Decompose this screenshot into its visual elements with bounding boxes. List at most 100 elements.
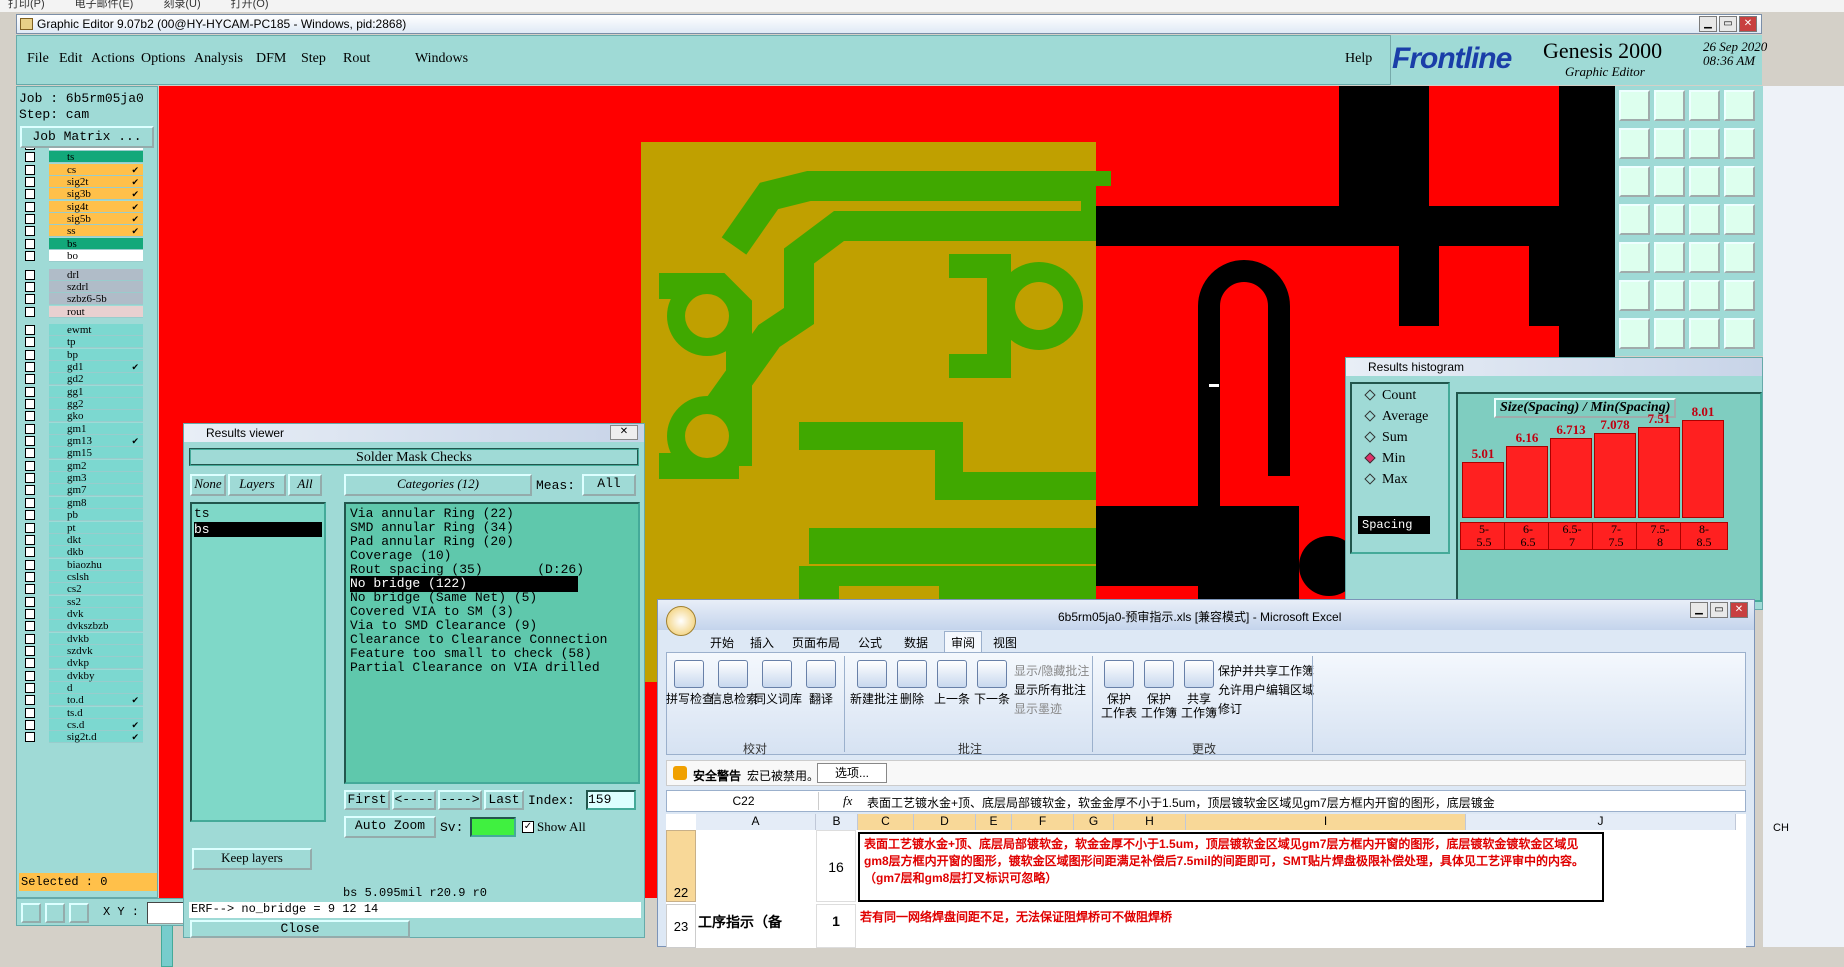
layer-checkbox[interactable] xyxy=(25,485,35,496)
protect-btn-1[interactable]: 保护 工作簿 xyxy=(1138,660,1180,720)
rv-layer-bs[interactable]: bs xyxy=(194,522,322,537)
layer-row-ss[interactable]: ss ✔ xyxy=(25,225,143,238)
rv-close-button[interactable]: Close xyxy=(190,920,410,938)
layer-checkbox[interactable] xyxy=(25,633,35,644)
cell-b22[interactable]: 16 xyxy=(816,830,856,902)
tool-icon[interactable] xyxy=(1654,280,1685,311)
formula-input[interactable]: 表面工艺镀水金+顶、底层局部镀软金，软金金厚不小于1.5um，顶层镀软金区域见g… xyxy=(867,794,1737,811)
excel-maximize[interactable]: ▭ xyxy=(1710,602,1728,618)
measure-icon[interactable] xyxy=(45,903,65,923)
last-button[interactable]: Last xyxy=(484,790,524,810)
index-input[interactable]: 159 xyxy=(586,790,636,810)
layer-row-szbz6-5b[interactable]: szbz6-5b xyxy=(25,293,143,306)
layer-checkbox[interactable] xyxy=(25,732,35,743)
layer-checkbox[interactable] xyxy=(25,423,35,434)
desktop-menu-item[interactable]: 电子邮件(E) xyxy=(75,0,134,12)
histogram-option-max[interactable]: Max xyxy=(1364,472,1408,488)
tool-icon[interactable] xyxy=(1724,280,1755,311)
tool-icon[interactable] xyxy=(1654,128,1685,159)
fx-icon[interactable]: fx xyxy=(843,793,852,809)
protect-option-0[interactable]: 保护并共享工作簿 xyxy=(1218,662,1314,679)
histogram-option-min[interactable]: Min xyxy=(1364,451,1405,467)
layer-row-ss2[interactable]: ss2 xyxy=(25,595,143,608)
column-header-H[interactable]: H xyxy=(1114,814,1186,830)
layer-checkbox[interactable] xyxy=(25,269,35,280)
layer-checkbox[interactable] xyxy=(25,294,35,305)
layer-checkbox[interactable] xyxy=(25,646,35,656)
proof-btn-0[interactable]: 拼写检查 xyxy=(666,660,714,706)
histogram-option-average[interactable]: Average xyxy=(1364,409,1428,425)
layer-row-ewmt[interactable]: ewmt xyxy=(25,323,143,336)
histogram-bar[interactable] xyxy=(1506,445,1548,518)
layer-checkbox[interactable] xyxy=(25,658,35,669)
options-button[interactable]: 选项... xyxy=(817,763,887,783)
layer-row-gd2[interactable]: gd2 xyxy=(25,373,143,386)
layer-row-ts[interactable]: ts xyxy=(25,151,143,164)
layer-row-biaozhu[interactable]: biaozhu xyxy=(25,558,143,571)
layer-checkbox[interactable] xyxy=(25,571,35,582)
layer-row-gm7[interactable]: gm7 xyxy=(25,484,143,497)
layer-checkbox[interactable] xyxy=(25,670,35,681)
layer-row-cs.d[interactable]: cs.d ✔ xyxy=(25,719,143,732)
ribbon-tab-5[interactable]: 审阅 xyxy=(944,631,983,653)
menu-edit[interactable]: Edit xyxy=(59,51,82,67)
proof-btn-3[interactable]: 翻译 xyxy=(798,660,844,706)
comment-btn-2[interactable]: 上一条 xyxy=(930,660,974,706)
layer-checkbox[interactable] xyxy=(25,510,35,521)
protect-btn-2[interactable]: 共享 工作簿 xyxy=(1178,660,1220,720)
layer-checkbox[interactable] xyxy=(25,547,35,558)
cell-c23[interactable]: 若有同一网络焊盘间距不足，无法保证阻焊桥可不做阻焊桥 xyxy=(860,908,1172,925)
auto-zoom-select[interactable]: Auto Zoom xyxy=(344,816,436,838)
first-button[interactable]: First xyxy=(344,790,390,810)
tool-icon[interactable] xyxy=(1724,128,1755,159)
layer-checkbox[interactable] xyxy=(25,608,35,619)
tool-icon[interactable] xyxy=(1689,90,1720,121)
ribbon-tab-3[interactable]: 公式 xyxy=(858,634,882,651)
layer-checkbox[interactable] xyxy=(25,522,35,533)
layer-checkbox[interactable] xyxy=(25,559,35,570)
keep-layers-select[interactable]: Keep layers xyxy=(192,848,312,870)
tool-icon[interactable] xyxy=(1689,128,1720,159)
radio-diamond-icon[interactable] xyxy=(1364,473,1376,485)
layer-row-dkb[interactable]: dkb xyxy=(25,546,143,559)
layer-row-gd1[interactable]: gd1 ✔ xyxy=(25,360,143,373)
job-matrix-button[interactable]: Job Matrix ... xyxy=(20,126,154,148)
layer-checkbox[interactable] xyxy=(25,189,35,200)
show-all-checkbox[interactable]: ✓ xyxy=(522,821,534,833)
layer-row-sig4t[interactable]: sig4t ✔ xyxy=(25,200,143,213)
desktop-menu-item[interactable]: 刻录(U) xyxy=(163,0,200,12)
zoom-icon[interactable] xyxy=(21,903,41,923)
layer-row-pb[interactable]: pb xyxy=(25,509,143,522)
layer-row-gm3[interactable]: gm3 xyxy=(25,472,143,485)
protect-option-2[interactable]: 修订 xyxy=(1218,700,1242,717)
layer-checkbox[interactable] xyxy=(25,720,35,731)
layer-row-sig5b[interactable]: sig5b ✔ xyxy=(25,213,143,226)
tool-icon[interactable] xyxy=(1689,242,1720,273)
tool-icon[interactable] xyxy=(1654,166,1685,197)
layer-checkbox[interactable] xyxy=(25,448,35,459)
xy-input[interactable] xyxy=(147,902,185,924)
categories-button[interactable]: Categories (12) xyxy=(344,474,532,496)
menu-help[interactable]: Help xyxy=(1345,51,1372,67)
proof-btn-1[interactable]: 信息检索 xyxy=(710,660,758,706)
cell-b23[interactable]: 1 xyxy=(816,904,856,948)
layer-row-sig3b[interactable]: sig3b ✔ xyxy=(25,188,143,201)
histogram-bar[interactable] xyxy=(1550,438,1592,518)
layer-row-dvkb[interactable]: dvkb xyxy=(25,632,143,645)
ribbon-tab-1[interactable]: 插入 xyxy=(750,634,774,651)
layer-row-szdvk[interactable]: szdvk xyxy=(25,645,143,657)
menu-options[interactable]: Options xyxy=(141,51,185,67)
tool-icon[interactable] xyxy=(1654,204,1685,235)
histogram-bar[interactable] xyxy=(1638,426,1680,518)
comment-option-0[interactable]: 显示/隐藏批注 xyxy=(1014,662,1089,679)
layer-row-tp[interactable]: tp xyxy=(25,336,143,349)
layer-checkbox[interactable] xyxy=(25,411,35,422)
layer-row-bo[interactable]: bo xyxy=(25,250,143,263)
layer-checkbox[interactable] xyxy=(25,436,35,447)
tool-icon[interactable] xyxy=(1619,166,1650,197)
comment-option-1[interactable]: 显示所有批注 xyxy=(1014,681,1086,698)
layer-checkbox[interactable] xyxy=(25,164,35,175)
layer-row-gg1[interactable]: gg1 xyxy=(25,385,143,398)
tool-icon[interactable] xyxy=(1724,90,1755,121)
layer-row-szdrl[interactable]: szdrl xyxy=(25,280,143,293)
